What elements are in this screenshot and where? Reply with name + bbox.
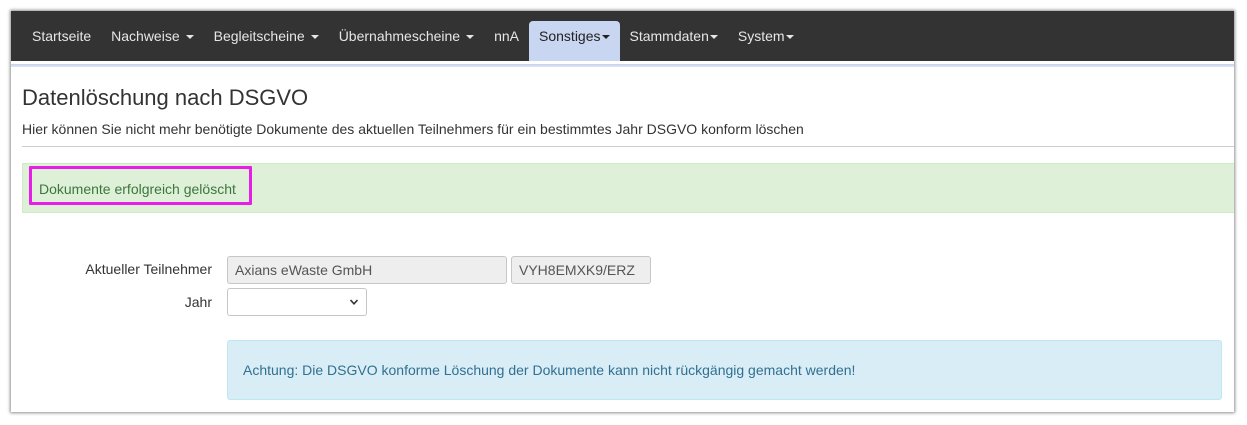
chevron-down-icon [349, 299, 359, 305]
nav-item-label: Stammdaten [629, 28, 709, 44]
jahr-label: Jahr [184, 294, 212, 310]
highlight-annotation [29, 166, 252, 205]
divider [22, 146, 1234, 147]
nav-item-startseite[interactable]: Startseite [22, 11, 101, 61]
caret-down-icon [601, 35, 610, 40]
app-window: Startseite Nachweise Begleitscheine Über… [11, 11, 1234, 412]
nav-item-nna[interactable]: nnA [484, 11, 529, 61]
caret-down-icon [785, 35, 794, 40]
jahr-select[interactable] [227, 288, 367, 316]
nav-item-label: System [737, 28, 785, 44]
nav-item-label: Übernahmescheine [338, 28, 461, 44]
caret-down-icon [466, 35, 475, 40]
nav-item-system[interactable]: System [728, 11, 804, 61]
nav-item-nachweise[interactable]: Nachweise [101, 11, 203, 61]
teilnehmer-name-field: Axians eWaste GmbH [227, 256, 507, 284]
page-title: Datenlöschung nach DSGVO [22, 85, 309, 110]
navbar-divider [11, 61, 1234, 67]
caret-down-icon [185, 35, 194, 40]
top-navbar: Startseite Nachweise Begleitscheine Über… [11, 11, 1234, 61]
nav-item-sonstiges[interactable]: Sonstiges [529, 21, 620, 61]
nav-item-label: Sonstiges [539, 28, 601, 44]
nav-item-stammdaten[interactable]: Stammdaten [620, 11, 728, 61]
nav-item-label: Begleitscheine [213, 28, 305, 44]
page-subtitle: Hier können Sie nicht mehr benötigte Dok… [22, 121, 804, 137]
nav-item-label: Startseite [32, 28, 92, 44]
nav-item-label: nnA [494, 28, 520, 44]
nav-item-uebernahmescheine[interactable]: Übernahmescheine [329, 11, 484, 61]
info-alert-text: Achtung: Die DSGVO konforme Löschung der… [243, 362, 856, 378]
nav-menu: Startseite Nachweise Begleitscheine Über… [22, 11, 804, 61]
nav-item-begleitscheine[interactable]: Begleitscheine [204, 11, 329, 61]
teilnehmer-label: Aktueller Teilnehmer [85, 261, 212, 277]
teilnehmer-code-field: VYH8EMXK9/ERZ [511, 256, 651, 284]
caret-down-icon [310, 35, 319, 40]
nav-item-label: Nachweise [111, 28, 180, 44]
caret-down-icon [709, 35, 718, 40]
warning-info-alert: Achtung: Die DSGVO konforme Löschung der… [227, 340, 1222, 400]
